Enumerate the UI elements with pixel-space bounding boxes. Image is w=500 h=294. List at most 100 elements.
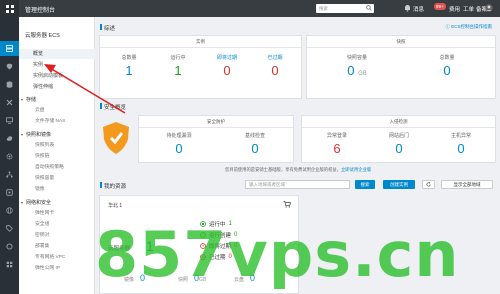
images-value[interactable]: 0 [140, 273, 145, 283]
rail-item-network[interactable] [0, 167, 19, 182]
search-button[interactable]: 搜索 [355, 180, 375, 189]
stat-pending-vulns[interactable]: 待处理漏洞 0 [145, 132, 213, 156]
rail-item-settings[interactable] [0, 149, 19, 164]
images-label: 镜像 [124, 277, 135, 283]
subnav-item-cloud-disks[interactable]: 云盘 [19, 106, 95, 116]
rail-item-cloud[interactable] [0, 131, 19, 146]
subnav-group-network-security[interactable]: ▾ 网络和安全 [19, 198, 95, 208]
menu-grid-icon [5, 4, 14, 13]
subnav-item-vpc[interactable]: 专有网络 VPC [19, 253, 95, 263]
status-label: 即将过期 [209, 244, 232, 250]
show-all-regions-button[interactable]: 显示全部地域 [441, 180, 493, 189]
snapshots-label: 快照 [178, 277, 189, 283]
expiring-status-icon [200, 243, 206, 249]
status-expiring-row[interactable]: 即将过期 0 [200, 242, 237, 250]
stat-label: 即将过期 [216, 55, 237, 61]
status-running-row[interactable]: 运行中 1 [200, 220, 232, 228]
snapshots-value[interactable]: 0GB [194, 273, 206, 283]
subnav-item-snapshot-chain[interactable]: 快照链 [19, 152, 95, 162]
stat-host-anomalies[interactable]: 主机异常 0 [431, 132, 491, 156]
rail-item-ecs[interactable] [0, 41, 19, 56]
instance-stats-panel: 实例 总数量 1 运行中 1 即将过期 0 已过期 0 [99, 35, 302, 99]
main-content: 综述 ⓘ ECS控制台操作指南 实例 总数量 1 运行中 1 即将过期 0 已过… [95, 17, 500, 294]
console-title: 管理控制台 [25, 8, 56, 14]
subnav-item-autoscaling[interactable]: 弹性伸缩 [19, 82, 95, 92]
stat-running-instances[interactable]: 运行中 1 [155, 54, 201, 78]
rail-item-monitor[interactable] [0, 113, 19, 128]
subnav-item-snapshot-list[interactable]: 快照列表 [19, 141, 95, 151]
stat-expired-instances[interactable]: 已过期 0 [252, 54, 298, 78]
stat-total-instances[interactable]: 总数量 1 [106, 54, 152, 78]
cart-icon[interactable] [283, 201, 291, 208]
subnav-item-instances[interactable]: 实例 [19, 60, 95, 70]
create-instance-button[interactable]: 创建实例 [383, 180, 415, 189]
security-notice-text: 您目前使用的是安骑士基础版，享有免费试用企业版的权益， [225, 167, 342, 172]
ecs-guide-link[interactable]: ⓘ ECS控制台操作指南 [445, 24, 492, 30]
subnav-item-nas[interactable]: 文件存储 NAS [19, 117, 95, 127]
subnav-item-images[interactable]: 镜像 [19, 185, 95, 195]
stat-snapshot-capacity[interactable]: 快照容量 0 GB [327, 54, 387, 78]
stat-label: 主机异常 [450, 133, 471, 139]
subnav-group-storage[interactable]: ▾ 存储 [19, 95, 95, 105]
subnav-item-overview[interactable]: 概览 [19, 49, 95, 59]
messages-count-badge: 99+ [434, 3, 446, 10]
stat-snapshot-total[interactable]: 总数量 0 [417, 54, 477, 78]
rail-item-domain[interactable] [0, 221, 19, 236]
ecs-guide-label: ECS控制台操作指南 [451, 24, 492, 29]
status-label: 已过期 [209, 255, 226, 261]
subnav-item-snapshot-capacity[interactable]: 快照容量 [19, 174, 95, 184]
subnav-item-auto-snapshot-policy[interactable]: 自动快照策略 [19, 163, 95, 173]
rail-item-cdn[interactable] [0, 203, 19, 218]
subnav-group-snapshots[interactable]: ▾ 快照和镜像 [19, 130, 95, 140]
stat-expiring-instances[interactable]: 即将过期 0 [204, 54, 250, 78]
stat-baseline-check[interactable]: 基线检查 0 [221, 132, 289, 156]
rail-item-apps[interactable] [0, 257, 19, 272]
refresh-button[interactable] [422, 180, 435, 189]
rail-item-dns[interactable] [0, 239, 19, 254]
stat-value: 0 [251, 141, 259, 156]
subnav-item-launch-templates[interactable]: 实例启动模板 [19, 71, 95, 81]
caret-down-icon: ▾ [21, 132, 24, 137]
expired-status-icon [200, 254, 206, 260]
rail-item-storage[interactable] [0, 185, 19, 200]
status-creating-row[interactable]: 运行创建 0 [200, 231, 237, 239]
global-search-input[interactable]: 搜索 [316, 4, 374, 13]
panel-caption: 实例 [196, 39, 205, 44]
search-icon[interactable] [366, 5, 372, 11]
rail-item-tools[interactable] [0, 95, 19, 110]
stat-value: 0 [457, 141, 465, 156]
stat-web-backdoors[interactable]: 网站后门 0 [369, 132, 429, 156]
rail-item-security[interactable] [0, 59, 19, 74]
server-count[interactable]: 1 [146, 238, 154, 254]
billing-link[interactable]: 费用 [449, 5, 460, 13]
panel-caption: 入侵检测 [389, 119, 408, 124]
overview-section-title: 综述 [99, 24, 116, 32]
user-avatar-icon[interactable] [485, 4, 493, 12]
bell-icon[interactable] [404, 4, 411, 12]
region-resource-card[interactable]: 华北 1 云服务器 1 运行中 1 运行创建 0 即将过期 0 已过期 0 镜像… [99, 195, 299, 294]
try-enterprise-link[interactable]: 立即试用企业版 [341, 167, 371, 172]
tickets-link[interactable]: 工单 [463, 5, 474, 13]
rail-item-database[interactable] [0, 77, 19, 92]
stat-label: 总数量 [121, 55, 137, 61]
console-home-button[interactable] [0, 0, 19, 17]
disks-value[interactable]: 0 [250, 273, 255, 283]
subnav-item-security-groups[interactable]: 安全组 [19, 220, 95, 230]
stat-abnormal-logins[interactable]: 异常登录 6 [307, 132, 367, 156]
subnav-item-key-pairs[interactable]: 密钥对 [19, 231, 95, 241]
subnav-item-deployment-sets[interactable]: 部署集 [19, 242, 95, 252]
refresh-icon [426, 181, 431, 187]
messages-link[interactable]: 消息 [413, 5, 424, 13]
stat-value: 0 GB [327, 63, 387, 78]
stat-label: 基线检查 [244, 133, 265, 139]
status-expired-row[interactable]: 已过期 0 [200, 253, 232, 261]
subnav-item-eni[interactable]: 弹性网卡 [19, 209, 95, 219]
stat-label: 待处理漏洞 [166, 133, 192, 139]
stat-value: 1 [174, 63, 182, 78]
snapshot-stats-panel: 快照 快照容量 0 GB 总数量 0 [306, 35, 496, 99]
subnav-item-eip[interactable]: 弹性公网 IP [19, 264, 95, 274]
security-shield-icon [103, 122, 129, 154]
server-icon [6, 45, 13, 52]
stat-value: 1 [125, 63, 133, 78]
region-filter-input[interactable]: 输入地域或者区域 [245, 180, 350, 189]
